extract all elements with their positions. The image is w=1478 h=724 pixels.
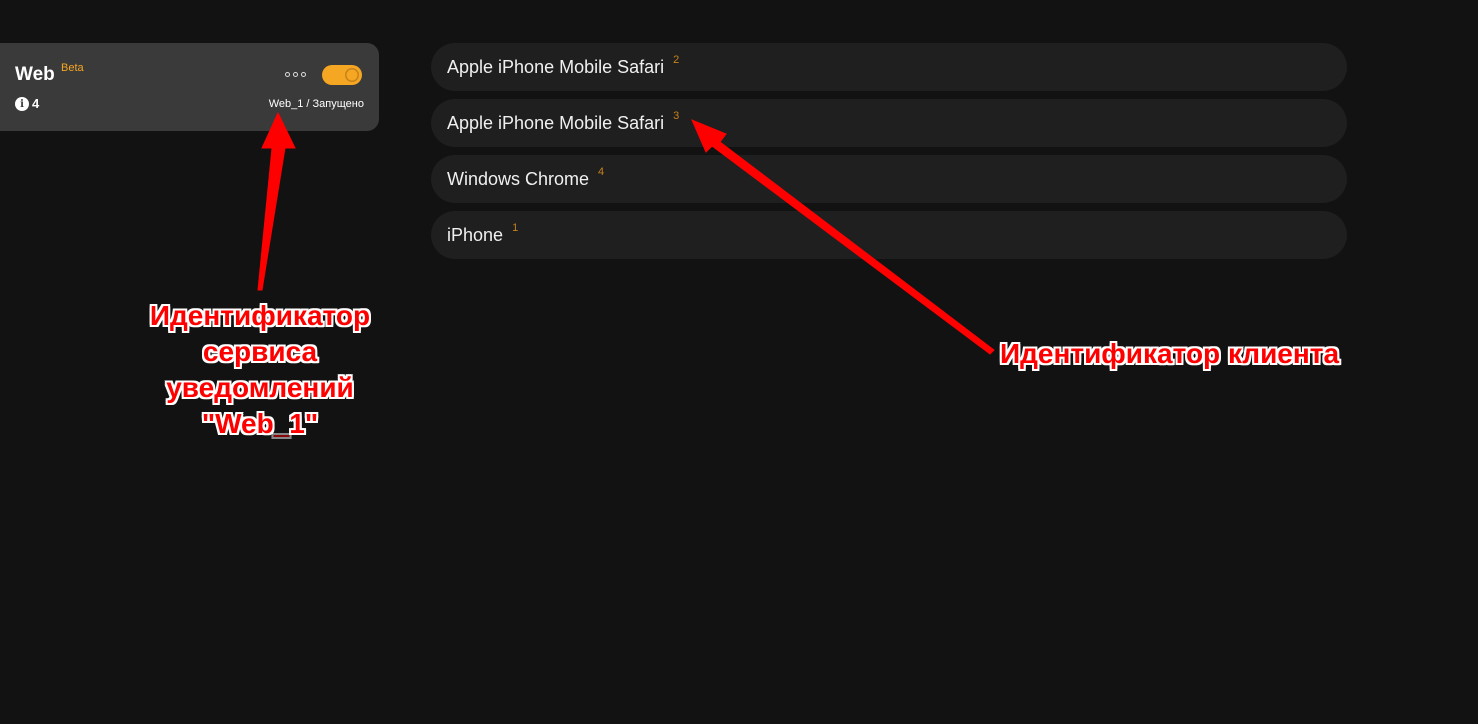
arrow-to-client-id [691,119,995,355]
annotation-line: сервиса [202,336,318,367]
annotation-service-id: Идентификатор сервиса уведомлений "Web_1… [120,298,400,442]
annotation-line: Идентификатор [149,300,371,331]
annotation-line: уведомлений [166,372,354,403]
annotation-client-id: Идентификатор клиента [1000,338,1340,369]
arrow-to-service-id [257,111,296,291]
annotation-line: "Web_1" [201,408,319,439]
